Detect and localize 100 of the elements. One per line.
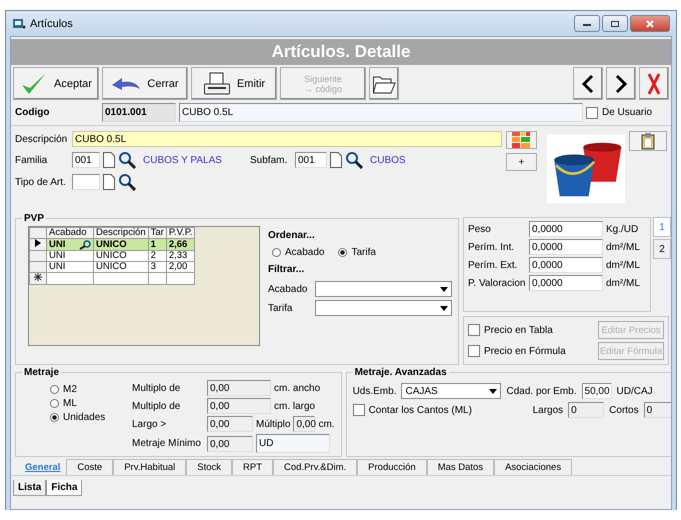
measure-field[interactable]: 0,0000 — [529, 239, 603, 255]
value-field[interactable]: 0,00 — [207, 436, 253, 452]
minimize-button[interactable] — [574, 15, 600, 32]
measure-field[interactable]: 0,0000 — [529, 257, 603, 273]
subfamily-field[interactable]: 001 — [295, 152, 327, 168]
previous-button[interactable] — [573, 67, 603, 100]
toolbar-button[interactable]: Aceptar — [13, 67, 99, 100]
column-header: Descripción — [94, 228, 148, 238]
radio-label[interactable]: Unidades — [63, 412, 106, 423]
tab[interactable]: Stock — [186, 459, 232, 475]
tab[interactable]: Mas Datos — [426, 459, 494, 475]
value-field[interactable]: 0 — [568, 402, 604, 418]
value-field[interactable]: 0,00 — [207, 380, 271, 396]
sort-title: Ordenar... — [268, 230, 316, 241]
clipboard-button[interactable] — [628, 131, 667, 151]
tab[interactable]: Asociaciones — [494, 459, 572, 475]
value-field[interactable]: 0,00 — [207, 398, 271, 414]
field-label: Largos — [532, 404, 564, 416]
radio-label[interactable]: Acabado — [285, 247, 324, 258]
field-label: Cdad. por Emb. — [506, 386, 577, 396]
field-label: Multiplo de — [132, 382, 182, 394]
table-cell: UNI — [49, 250, 66, 261]
measure-field[interactable]: 0,0000 — [529, 221, 603, 237]
add-button[interactable]: + — [506, 153, 537, 171]
search-icon[interactable] — [118, 151, 136, 169]
package-dropdown[interactable]: CAJAS — [401, 383, 502, 399]
tab[interactable]: RPT — [232, 459, 274, 475]
description-field[interactable]: CUBO 0.5L — [72, 131, 502, 147]
close-button[interactable] — [630, 15, 670, 32]
family-name: CUBOS Y PALAS — [143, 154, 223, 166]
value-field[interactable]: UD — [256, 434, 330, 453]
column-header: P.V.P. — [166, 228, 195, 238]
radio-button[interactable] — [272, 248, 281, 257]
filter-dropdown[interactable] — [315, 300, 452, 316]
close-icon — [645, 20, 655, 28]
table-cell: UNICO — [94, 238, 148, 250]
description-label: Descripción — [15, 134, 68, 144]
tab[interactable]: Cod.Prv.&Dim. — [273, 459, 358, 475]
unit-label: Kg./UD — [606, 224, 638, 234]
code-label: Codigo — [15, 107, 50, 118]
count-edges-checkbox[interactable]: Contar los Cantos (ML) — [352, 404, 528, 416]
form-header: Artículos. Detalle — [11, 39, 671, 65]
next-button[interactable] — [606, 67, 636, 100]
grid-row[interactable]: UNI UNICO 1 2,66 — [30, 238, 195, 250]
type-field[interactable] — [72, 174, 100, 190]
measure-label: Perím. Ext. — [468, 260, 518, 270]
maximize-button[interactable] — [602, 15, 628, 32]
name-field[interactable]: CUBO 0.5L — [179, 103, 583, 122]
code-field[interactable]: 0101.001 — [102, 103, 176, 122]
measure-field[interactable]: 0,0000 — [529, 275, 603, 291]
folder-button[interactable] — [369, 67, 399, 100]
radio-button[interactable] — [50, 413, 59, 422]
document-icon[interactable] — [103, 174, 115, 190]
value-field[interactable]: 0,00 — [293, 416, 316, 432]
user-checkbox[interactable]: De Usuario — [586, 106, 652, 118]
table-cell: UNI — [49, 261, 66, 272]
color-grid-button[interactable] — [506, 131, 537, 149]
radio-button[interactable] — [50, 385, 59, 394]
field-label: Uds.Emb. — [352, 386, 396, 396]
column-header: Tar — [148, 228, 166, 238]
dropdown-arrow-icon — [440, 306, 448, 310]
tab[interactable]: Coste — [66, 459, 114, 475]
toolbar-button[interactable]: Cerrar — [102, 67, 188, 100]
page-tab[interactable]: 1 — [653, 217, 671, 237]
document-icon[interactable] — [103, 152, 115, 168]
quantity-field[interactable]: 50,00 — [582, 383, 612, 399]
search-icon[interactable] — [345, 151, 363, 169]
filter-label: Tarifa — [268, 302, 294, 314]
unit-label: cm. ancho — [274, 382, 320, 394]
measure-label: P. Valoracion — [468, 278, 526, 288]
radio-label[interactable]: Tarifa — [351, 247, 376, 258]
page-tab[interactable]: 2 — [653, 239, 671, 259]
table-cell: UNI — [49, 238, 66, 250]
view-tab[interactable]: Lista — [13, 480, 46, 496]
grid-row[interactable]: UNI UNICO 3 2,00 — [30, 262, 195, 272]
measure-label: Peso — [468, 224, 492, 234]
radio-button[interactable] — [338, 248, 348, 257]
search-icon[interactable] — [118, 173, 136, 191]
toolbar-button[interactable]: Emitir — [191, 67, 277, 100]
chevron-right-icon — [614, 74, 628, 94]
radio-button[interactable] — [50, 399, 59, 408]
x-icon — [646, 72, 662, 96]
filter-dropdown[interactable] — [315, 281, 452, 297]
group-title: PVP — [23, 213, 46, 224]
value-field[interactable]: 0,00 — [207, 416, 253, 432]
search-icon[interactable] — [78, 240, 92, 250]
radio-label[interactable]: M2 — [63, 384, 77, 395]
back-arrow-icon — [111, 76, 142, 90]
tab[interactable]: Producción — [357, 459, 427, 475]
view-tab[interactable]: Ficha — [46, 480, 82, 496]
grid-row[interactable]: UNI UNICO 2 2,33 — [30, 250, 195, 262]
document-icon[interactable] — [330, 152, 342, 168]
delete-button[interactable] — [639, 67, 669, 100]
unit-label: dm²/ML — [606, 260, 640, 270]
tab[interactable]: Prv.Habitual — [113, 459, 186, 475]
tab[interactable]: General — [19, 459, 66, 475]
field-label: Múltiplo — [256, 418, 290, 430]
value-field[interactable]: 0 — [644, 402, 671, 418]
radio-label[interactable]: ML — [63, 398, 77, 409]
family-field[interactable]: 001 — [72, 152, 100, 168]
